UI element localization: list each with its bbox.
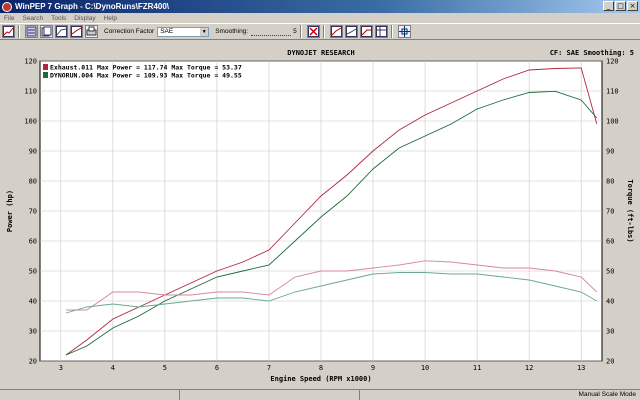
app-icon bbox=[2, 1, 12, 12]
y2-tick-label: 90 bbox=[606, 148, 614, 156]
x-axis-label: Engine Speed (RPM x1000) bbox=[270, 375, 371, 383]
y-tick-label: 110 bbox=[24, 88, 37, 96]
x-tick-label: 12 bbox=[525, 364, 533, 372]
y-tick-label: 50 bbox=[29, 268, 37, 276]
axis-button[interactable] bbox=[359, 25, 373, 38]
menu-search[interactable]: Search bbox=[18, 15, 47, 22]
scale-button[interactable] bbox=[344, 25, 358, 38]
toolbar: Correction Factor SAE ▼ Smoothing: 5 bbox=[0, 23, 640, 40]
y2-axis-label: Torque (ft-lbs) bbox=[626, 179, 634, 242]
y-tick-label: 80 bbox=[29, 178, 37, 186]
table-icon bbox=[375, 26, 387, 37]
legend-entry-run2: DYNORUN.004 Max Power = 109.93 Max Torqu… bbox=[50, 72, 242, 80]
window-title: WinPEP 7 Graph - C:\DynoRuns\FZR400\ bbox=[15, 2, 170, 11]
smoothing-label: Smoothing: bbox=[215, 28, 249, 35]
list-icon bbox=[26, 26, 37, 37]
status-bar: Manual Scale Mode bbox=[0, 389, 640, 400]
compare-icon bbox=[56, 26, 67, 37]
dyno-graph[interactable]: 3 4 5 6 7 8 9 10 11 12 13 20 20 30 30 40 40 50 50 60 60 70 70 8… bbox=[0, 41, 640, 389]
y-tick-label: 120 bbox=[24, 58, 37, 66]
x-tick-label: 5 bbox=[163, 364, 167, 372]
graph-view-button[interactable] bbox=[2, 25, 15, 38]
legend-swatch-run2 bbox=[43, 72, 48, 78]
cf-smoothing-readout: CF: SAE Smoothing: 5 bbox=[550, 49, 634, 57]
x-tick-label: 6 bbox=[215, 364, 219, 372]
winpep-window: WinPEP 7 Graph - C:\DynoRuns\FZR400\ _ □… bbox=[0, 0, 640, 400]
crosshair-icon bbox=[398, 26, 410, 37]
x-tick-label: 8 bbox=[319, 364, 323, 372]
menu-file[interactable]: File bbox=[0, 15, 18, 22]
delete-icon bbox=[307, 26, 319, 37]
menu-bar: File Search Tools Display Help bbox=[0, 13, 640, 23]
menu-display[interactable]: Display bbox=[70, 15, 99, 22]
y-axis-label: Power (hp) bbox=[6, 190, 14, 232]
maximize-button[interactable]: □ bbox=[615, 1, 626, 11]
minimize-button[interactable]: _ bbox=[603, 1, 614, 11]
y-tick-label: 100 bbox=[24, 118, 37, 126]
y2-tick-label: 120 bbox=[606, 58, 619, 66]
overlay-icon bbox=[71, 26, 82, 37]
y2-tick-label: 40 bbox=[606, 298, 614, 306]
legend-entry-run1: Exhaust.011 Max Power = 117.74 Max Torqu… bbox=[50, 64, 242, 72]
dyno-chart: 3 4 5 6 7 8 9 10 11 12 13 20 20 30 30 40 40 50 50 60 60 70 70 8… bbox=[6, 49, 634, 383]
y-tick-label: 60 bbox=[29, 238, 37, 246]
menu-help[interactable]: Help bbox=[100, 15, 121, 22]
y-tick-label: 90 bbox=[29, 148, 37, 156]
y2-tick-label: 70 bbox=[606, 208, 614, 216]
graph-icon bbox=[3, 26, 14, 37]
y2-tick-label: 100 bbox=[606, 118, 619, 126]
smoothing-slider[interactable] bbox=[251, 28, 292, 36]
scale-icon bbox=[345, 26, 357, 37]
run-list-button[interactable] bbox=[25, 25, 38, 38]
x-tick-label: 10 bbox=[421, 364, 429, 372]
overlay-button[interactable] bbox=[70, 25, 83, 38]
scale-mode-status: Manual Scale Mode bbox=[578, 391, 636, 398]
y-tick-label: 70 bbox=[29, 208, 37, 216]
print-button[interactable] bbox=[85, 25, 98, 38]
chart-title: DYNOJET RESEARCH bbox=[287, 49, 354, 57]
zoom-icon bbox=[330, 26, 342, 37]
files-icon bbox=[41, 26, 52, 37]
y2-tick-label: 80 bbox=[606, 178, 614, 186]
y2-tick-label: 110 bbox=[606, 88, 619, 96]
menu-tools[interactable]: Tools bbox=[47, 15, 70, 22]
print-icon bbox=[86, 26, 97, 36]
x-tick-label: 3 bbox=[59, 364, 63, 372]
axis-icon bbox=[360, 26, 372, 37]
x-tick-label: 4 bbox=[111, 364, 115, 372]
title-bar[interactable]: WinPEP 7 Graph - C:\DynoRuns\FZR400\ _ □… bbox=[0, 0, 640, 13]
y-tick-label: 30 bbox=[29, 328, 37, 336]
run-files-button[interactable] bbox=[40, 25, 53, 38]
y-tick-label: 40 bbox=[29, 298, 37, 306]
x-tick-label: 13 bbox=[577, 364, 585, 372]
delete-button[interactable] bbox=[306, 25, 320, 38]
close-button[interactable]: × bbox=[627, 1, 638, 11]
table-button[interactable] bbox=[374, 25, 388, 38]
x-tick-label: 7 bbox=[267, 364, 271, 372]
compare-button[interactable] bbox=[55, 25, 68, 38]
correction-factor-select[interactable]: SAE ▼ bbox=[157, 26, 210, 37]
y2-tick-label: 50 bbox=[606, 268, 614, 276]
x-tick-label: 9 bbox=[371, 364, 375, 372]
y2-tick-label: 20 bbox=[606, 358, 614, 366]
x-tick-label: 11 bbox=[473, 364, 481, 372]
y2-tick-label: 30 bbox=[606, 328, 614, 336]
y2-tick-label: 60 bbox=[606, 238, 614, 246]
correction-factor-label: Correction Factor bbox=[104, 28, 155, 35]
chevron-down-icon: ▼ bbox=[200, 27, 209, 36]
smoothing-value: 5 bbox=[293, 28, 297, 35]
zoom-button[interactable] bbox=[329, 25, 343, 38]
y-tick-label: 20 bbox=[29, 358, 37, 366]
legend-swatch-run1 bbox=[43, 64, 48, 70]
crosshair-button[interactable] bbox=[397, 25, 411, 38]
